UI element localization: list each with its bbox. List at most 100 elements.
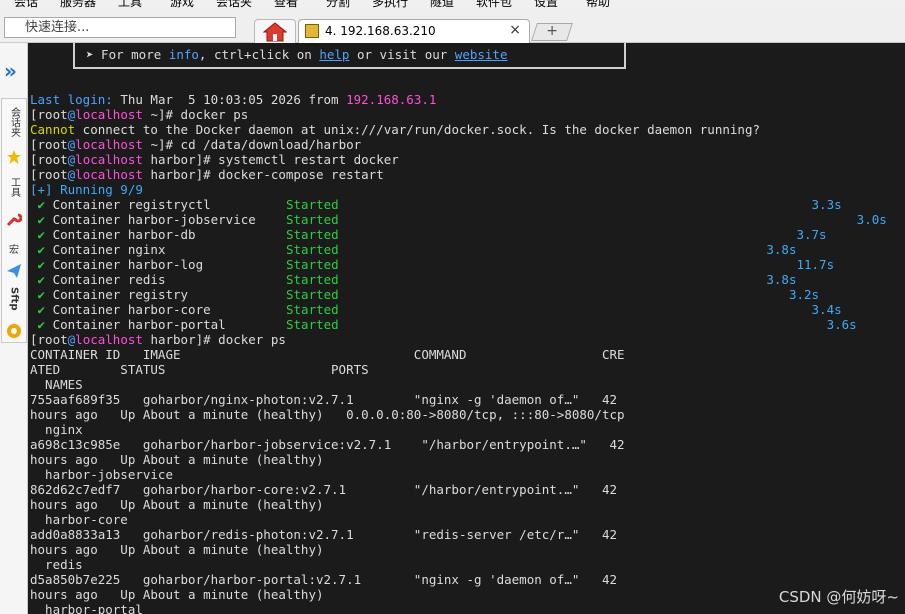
paper-plane-icon (7, 264, 21, 278)
container-restart-row: ✔ Container registry Started 3.2s (30, 287, 820, 302)
container-restart-row: ✔ Container registryctl Started 3.3s (30, 197, 842, 212)
menu-help[interactable]: 帮助 (586, 0, 610, 9)
check-icon: ✔ (30, 287, 53, 302)
sidebar-tab-macros[interactable]: 宏 (2, 245, 26, 256)
prompt-line: [root@localhost harbor]# docker-compose … (30, 167, 384, 182)
container-name: harbor-log (127, 257, 204, 272)
container-prefix: Container (52, 227, 128, 242)
close-icon[interactable]: × (509, 22, 521, 38)
prompt-line: [root@localhost ~]# docker ps (30, 107, 249, 122)
container-prefix: Container (52, 197, 128, 212)
expand-sidebar-icon[interactable]: » (4, 61, 17, 81)
container-prefix: Container (52, 257, 128, 272)
container-prefix: Container (52, 242, 128, 257)
error-line: Cannot connect to the Docker daemon at u… (30, 122, 760, 137)
container-restart-row: ✔ Container harbor-jobservice Started 3.0s (30, 212, 887, 227)
menu-split[interactable]: 分割 (326, 0, 350, 9)
home-tab[interactable] (254, 19, 296, 44)
sidebar-tab-label: 宏 (9, 245, 19, 256)
check-icon: ✔ (30, 317, 53, 332)
menu-tunneling[interactable]: 隧道 (430, 0, 454, 9)
ps-output-line: nginx (30, 422, 83, 437)
menu-bar: 会话 服务器 工具 游戏 会话夹 查看 分割 多执行 隧道 软件包 设置 帮助 (0, 0, 905, 9)
container-duration: 11.7s (796, 257, 835, 272)
container-prefix: Container (52, 212, 128, 227)
container-status: Started (286, 287, 339, 302)
sidebar-tab-label: Sftp (8, 287, 20, 311)
container-restart-row: ✔ Container nginx Started 3.8s (30, 242, 797, 257)
sidebar-tab-sftp[interactable]: Sftp (2, 287, 26, 314)
container-status: Started (286, 257, 339, 272)
container-duration: 3.0s (856, 212, 887, 227)
plus-icon: + (546, 23, 559, 39)
container-name: harbor-core (127, 302, 211, 317)
sftp-icon (7, 324, 21, 338)
container-duration: 3.2s (788, 287, 820, 302)
menu-tools[interactable]: 工具 (118, 0, 142, 9)
new-tab-button[interactable]: + (531, 23, 573, 41)
welcome-banner-text: ➤ For more info, ctrl+click on help or v… (86, 47, 508, 62)
menu-sessions[interactable]: 会话夹 (216, 0, 252, 9)
menu-multiexec[interactable]: 多执行 (372, 0, 408, 9)
container-name: registry (127, 287, 189, 302)
ps-output-line: redis (30, 557, 83, 572)
container-prefix: Container (52, 317, 128, 332)
container-restart-row: ✔ Container harbor-db Started 3.7s (30, 227, 827, 242)
container-name: registryctl (127, 197, 211, 212)
quick-connect-input[interactable]: 快速连接... (4, 17, 236, 38)
sidebar-tab-label: 会话夹 (8, 107, 20, 137)
ps-output-line: ATED STATUS PORTS (30, 362, 369, 377)
container-status: Started (286, 317, 339, 332)
container-restart-row: ✔ Container harbor-core Started 3.4s (30, 302, 842, 317)
container-restart-row: ✔ Container redis Started 3.8s (30, 272, 797, 287)
prompt-line: [root@localhost harbor]# systemctl resta… (30, 152, 399, 167)
star-icon (7, 150, 21, 164)
menu-session[interactable]: 会话 (14, 0, 38, 9)
container-prefix: Container (52, 302, 128, 317)
container-status: Started (286, 242, 339, 257)
menu-packages[interactable]: 软件包 (476, 0, 512, 9)
container-prefix: Container (52, 287, 128, 302)
ps-output-line: 755aaf689f35 goharbor/nginx-photon:v2.7.… (30, 392, 617, 407)
home-icon (263, 22, 287, 42)
ps-output-line: NAMES (30, 377, 83, 392)
tab-session-4[interactable]: 4. 192.168.63.210 × (298, 19, 530, 43)
container-duration: 3.7s (796, 227, 827, 242)
sidebar-tab-tools[interactable]: 工具 (2, 177, 26, 200)
tab-label: 4. 192.168.63.210 (325, 24, 436, 38)
container-name: harbor-db (127, 227, 196, 242)
container-restart-row: ✔ Container harbor-log Started 11.7s (30, 257, 835, 272)
ps-output-line: harbor-core (30, 512, 128, 527)
container-status: Started (286, 302, 339, 317)
toolbar: 快速连接... 4. 192.168.63.210 × + (0, 9, 905, 44)
last-login-line: Last login: Thu Mar 5 10:03:05 2026 from… (30, 92, 437, 107)
wrench-icon (6, 213, 22, 227)
container-status: Started (286, 212, 339, 227)
ps-output-line: add0a8833a13 goharbor/redis-photon:v2.7.… (30, 527, 617, 542)
menu-settings[interactable]: 设置 (534, 0, 558, 9)
help-link[interactable]: help (319, 47, 349, 62)
terminal-output[interactable]: ➤ For more info, ctrl+click on help or v… (28, 43, 905, 614)
menu-view[interactable]: 查看 (274, 0, 298, 9)
sidebar-tab-label: 工具 (8, 177, 20, 197)
container-prefix: Container (52, 272, 128, 287)
left-sidebar: » 会话夹 工具 宏 Sftp (0, 43, 28, 614)
ps-output-line: d5a850b7e225 goharbor/harbor-portal:v2.7… (30, 572, 617, 587)
info-link[interactable]: info (169, 47, 199, 62)
container-duration: 3.4s (811, 302, 842, 317)
container-status: Started (286, 272, 339, 287)
check-icon: ✔ (30, 197, 53, 212)
container-status: Started (286, 227, 339, 242)
container-duration: 3.3s (811, 197, 842, 212)
menu-games[interactable]: 游戏 (170, 0, 194, 9)
container-name: redis (127, 272, 166, 287)
container-restart-row: ✔ Container harbor-portal Started 3.6s (30, 317, 857, 332)
ps-output-line: CONTAINER ID IMAGE COMMAND CRE (30, 347, 625, 362)
ps-output-line: 862d62c7edf7 goharbor/harbor-core:v2.7.1… (30, 482, 617, 497)
ps-output-line: harbor-portal (30, 602, 143, 614)
check-icon: ✔ (30, 212, 53, 227)
container-name: nginx (127, 242, 166, 257)
menu-servers[interactable]: 服务器 (60, 0, 96, 9)
sidebar-tab-sessions[interactable]: 会话夹 (2, 107, 26, 140)
website-link[interactable]: website (455, 47, 508, 62)
